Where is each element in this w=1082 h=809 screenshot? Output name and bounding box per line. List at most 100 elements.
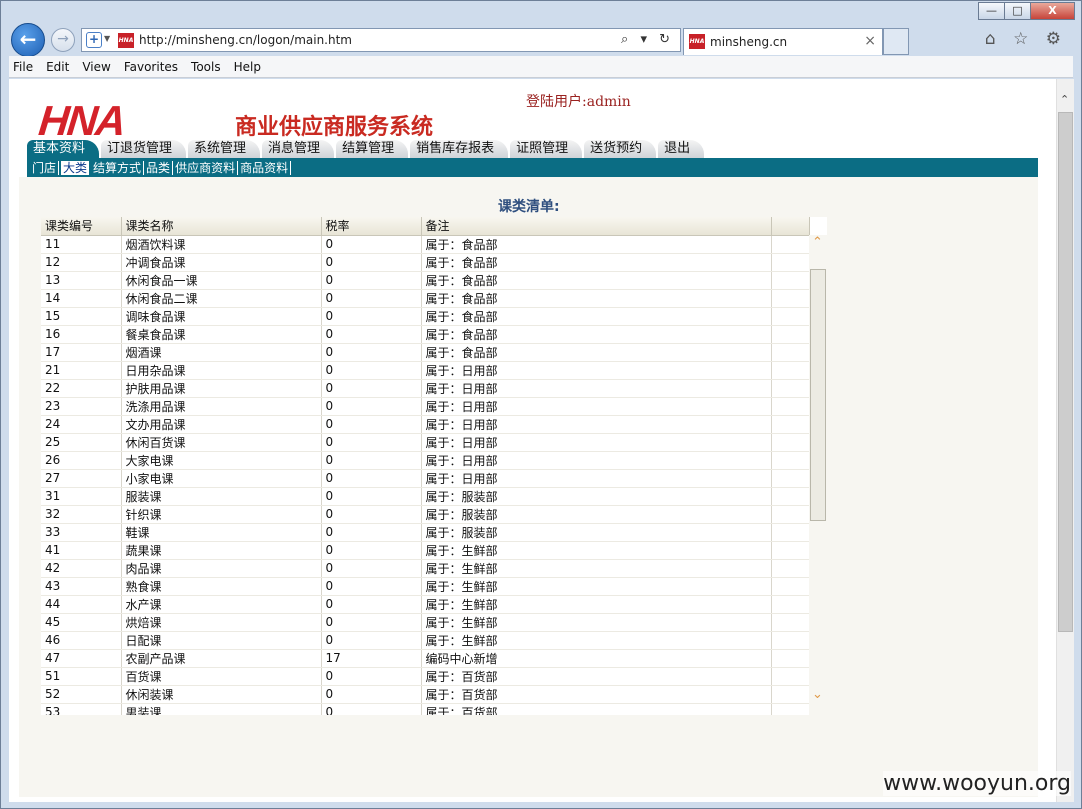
- table-row[interactable]: 41 蔬果课 0 属于：生鲜部: [41, 541, 810, 560]
- list-title: 课类清单:: [498, 199, 560, 215]
- table-row[interactable]: 42 肉品课 0 属于：生鲜部: [41, 559, 810, 578]
- table-row[interactable]: 47 农副产品课 17 编码中心新增: [41, 649, 810, 668]
- table-row[interactable]: 12 冲调食品课 0 属于：食品部: [41, 253, 810, 272]
- table-row[interactable]: 21 日用杂品课 0 属于：日用部: [41, 361, 810, 380]
- page-scrollbar[interactable]: ⌃: [1056, 79, 1074, 802]
- col-header-tax[interactable]: 税率: [321, 217, 422, 236]
- cell-name: 针织课: [121, 505, 322, 524]
- search-refresh-icons[interactable]: ⌕ ▾ ↻: [621, 32, 674, 47]
- table-row[interactable]: 11 烟酒饮料课 0 属于：食品部: [41, 235, 810, 254]
- tab-messages[interactable]: 消息管理: [262, 140, 335, 158]
- table-row[interactable]: 24 文办用品课 0 属于：日用部: [41, 415, 810, 434]
- submenu-categories[interactable]: 大类: [61, 160, 90, 175]
- table-row[interactable]: 17 烟酒课 0 属于：食品部: [41, 343, 810, 362]
- chevron-down-icon[interactable]: ▼: [104, 34, 110, 43]
- cell-name: 男装课: [121, 703, 322, 715]
- cell-tax: 0: [321, 307, 422, 326]
- table-scrollbar[interactable]: ⌃ ⌄: [809, 235, 827, 715]
- tab-delivery-booking[interactable]: 送货预约: [584, 140, 657, 158]
- table-row[interactable]: 23 洗涤用品课 0 属于：日用部: [41, 397, 810, 416]
- menu-edit[interactable]: Edit: [46, 60, 69, 74]
- new-tab-button[interactable]: [883, 28, 909, 55]
- tab-license-management[interactable]: 证照管理: [510, 140, 583, 158]
- cell-name: 休闲食品二课: [121, 289, 322, 308]
- minimize-button[interactable]: —: [978, 2, 1005, 20]
- col-header-name[interactable]: 课类名称: [121, 217, 322, 236]
- cell-name: 休闲装课: [121, 685, 322, 704]
- table-row[interactable]: 52 休闲装课 0 属于：百货部: [41, 685, 810, 704]
- tab-logout[interactable]: 退出: [658, 140, 705, 158]
- cell-code: 24: [41, 415, 122, 434]
- cell-remark: 编码中心新增: [421, 649, 772, 668]
- cell-code: 14: [41, 289, 122, 308]
- table-row[interactable]: 33 鞋课 0 属于：服装部: [41, 523, 810, 542]
- cell-remark: 属于：日用部: [421, 361, 772, 380]
- table-row[interactable]: 14 休闲食品二课 0 属于：食品部: [41, 289, 810, 308]
- col-header-remark[interactable]: 备注: [421, 217, 772, 236]
- cell-code: 31: [41, 487, 122, 506]
- table-row[interactable]: 45 烘焙课 0 属于：生鲜部: [41, 613, 810, 632]
- login-user-label: 登陆用户:admin: [526, 94, 631, 110]
- menu-tools[interactable]: Tools: [191, 60, 221, 74]
- cell-remark: 属于：百货部: [421, 703, 772, 715]
- url-text[interactable]: http://minsheng.cn/logon/main.htm: [139, 33, 352, 47]
- chevron-down-icon[interactable]: ⌄: [812, 687, 823, 702]
- address-bar[interactable]: + ▼ HNA http://minsheng.cn/logon/main.ht…: [81, 28, 681, 52]
- tab-order-return[interactable]: 订退货管理: [101, 140, 187, 158]
- table-row[interactable]: 26 大家电课 0 属于：日用部: [41, 451, 810, 470]
- table-row[interactable]: 22 护肤用品课 0 属于：日用部: [41, 379, 810, 398]
- cell-remark: 属于：服装部: [421, 487, 772, 506]
- tab-system-admin[interactable]: 系统管理: [188, 140, 261, 158]
- table-row[interactable]: 31 服装课 0 属于：服装部: [41, 487, 810, 506]
- browser-tab[interactable]: HNA minsheng.cn ×: [683, 28, 883, 55]
- submenu-product-classes[interactable]: 品类: [144, 160, 174, 175]
- submenu-settlement-methods[interactable]: 结算方式: [91, 160, 145, 175]
- table-row[interactable]: 25 休闲百货课 0 属于：日用部: [41, 433, 810, 452]
- col-header-code[interactable]: 课类编号: [41, 217, 122, 236]
- menu-view[interactable]: View: [82, 60, 110, 74]
- home-favorites-gear-icons[interactable]: ⌂ ☆ ⚙: [985, 29, 1067, 49]
- menu-favorites[interactable]: Favorites: [124, 60, 178, 74]
- hna-logo: HNA: [36, 97, 127, 145]
- cell-remark: 属于：食品部: [421, 271, 772, 290]
- submenu-product-info[interactable]: 商品资料: [238, 160, 292, 175]
- table-row[interactable]: 27 小家电课 0 属于：日用部: [41, 469, 810, 488]
- cell-remark: 属于：生鲜部: [421, 613, 772, 632]
- page-viewport: 登陆用户:admin HNA 商业供应商服务系统 基本资料 订退货管理 系统管理…: [9, 79, 1056, 802]
- scroll-up-icon[interactable]: ⌃: [1060, 93, 1069, 106]
- table-row[interactable]: 46 日配课 0 属于：生鲜部: [41, 631, 810, 650]
- table-row[interactable]: 44 水产课 0 属于：生鲜部: [41, 595, 810, 614]
- menu-help[interactable]: Help: [234, 60, 261, 74]
- cell-remark: 属于：日用部: [421, 379, 772, 398]
- table-row[interactable]: 43 熟食课 0 属于：生鲜部: [41, 577, 810, 596]
- back-arrow-icon[interactable]: ←: [11, 23, 45, 57]
- category-table-container: 课类编号 课类名称 税率 备注 11 烟酒饮料课 0 属于：食品部 12 冲调食品课 0 属于…: [41, 217, 827, 715]
- cell-name: 烟酒课: [121, 343, 322, 362]
- tab-settlement[interactable]: 结算管理: [336, 140, 409, 158]
- table-row[interactable]: 16 餐桌食品课 0 属于：食品部: [41, 325, 810, 344]
- tab-title: minsheng.cn: [710, 35, 788, 49]
- forward-arrow-icon[interactable]: →: [51, 28, 75, 52]
- close-button[interactable]: X: [1030, 2, 1075, 20]
- submenu-supplier-info[interactable]: 供应商资料: [173, 160, 239, 175]
- table-row[interactable]: 13 休闲食品一课 0 属于：食品部: [41, 271, 810, 290]
- table-row[interactable]: 53 男装课 0 属于：百货部: [41, 703, 810, 715]
- cell-tax: 0: [321, 271, 422, 290]
- page-scroll-thumb[interactable]: [1058, 112, 1073, 632]
- submenu-stores[interactable]: 门店: [30, 160, 60, 175]
- table-header-row: 课类编号 课类名称 税率 备注: [41, 217, 810, 236]
- cell-name: 小家电课: [121, 469, 322, 488]
- table-row[interactable]: 15 调味食品课 0 属于：食品部: [41, 307, 810, 326]
- tab-close-icon[interactable]: ×: [864, 33, 876, 49]
- tab-basic-info[interactable]: 基本资料: [27, 140, 100, 158]
- maximize-button[interactable]: □: [1004, 2, 1031, 20]
- shield-icon[interactable]: +: [86, 32, 102, 48]
- table-row[interactable]: 32 针织课 0 属于：服装部: [41, 505, 810, 524]
- tab-sales-inventory-report[interactable]: 销售库存报表: [410, 140, 509, 158]
- table-scroll-thumb[interactable]: [810, 269, 826, 521]
- table-row[interactable]: 51 百货课 0 属于：百货部: [41, 667, 810, 686]
- chevron-up-icon[interactable]: ⌃: [812, 235, 823, 250]
- menu-file[interactable]: File: [13, 60, 33, 74]
- cell-spacer: [771, 613, 810, 632]
- tab-favicon-icon: HNA: [689, 34, 705, 49]
